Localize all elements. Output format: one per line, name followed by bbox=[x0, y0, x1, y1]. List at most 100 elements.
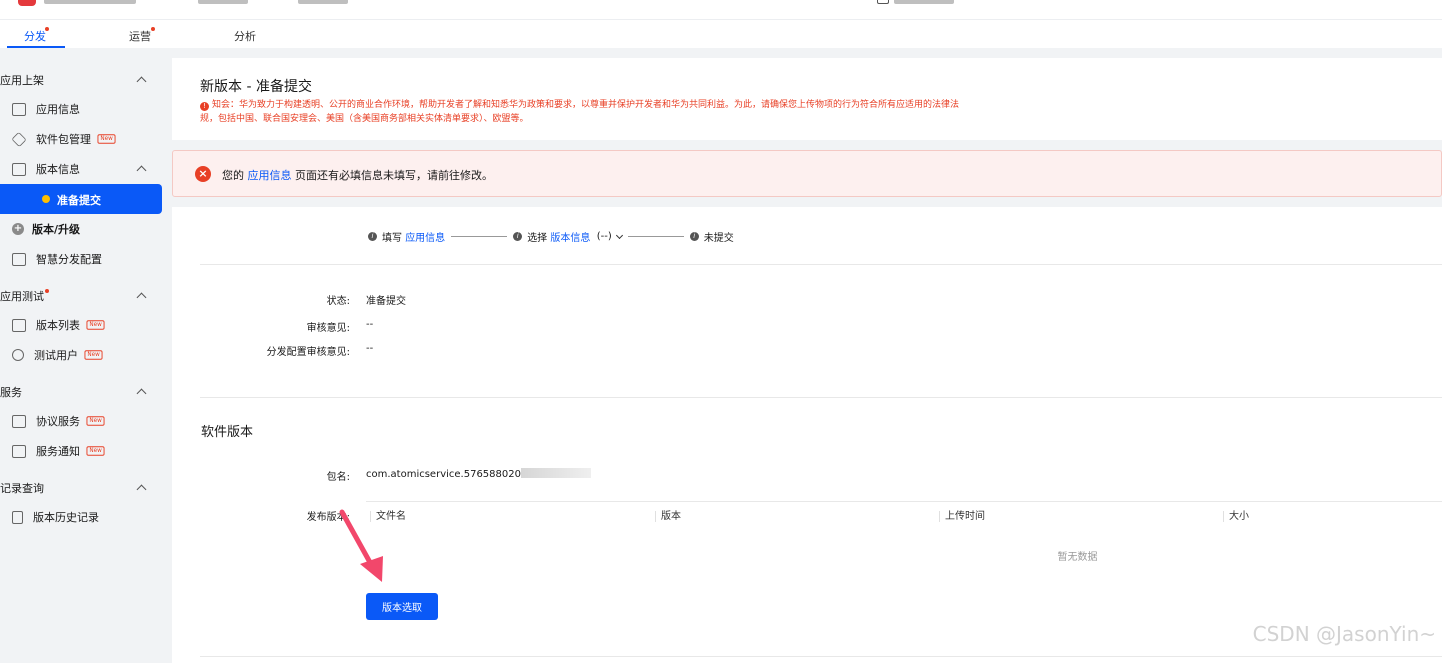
sidebar-item-app-info[interactable]: 应用信息 bbox=[12, 101, 80, 117]
chevron-up-icon[interactable] bbox=[136, 388, 147, 399]
tab-label: 分析 bbox=[234, 30, 256, 43]
col-upload-time: 上传时间 bbox=[939, 511, 985, 522]
dist-review-value: -- bbox=[366, 343, 374, 354]
sidebar-item-version-list[interactable]: 版本列表 New bbox=[12, 317, 105, 333]
sidebar-item-version-history[interactable]: 版本历史记录 bbox=[12, 509, 99, 525]
tab-distribute[interactable]: 分发 bbox=[24, 28, 46, 44]
history-doc-icon bbox=[12, 510, 23, 524]
chevron-down-icon[interactable] bbox=[615, 231, 623, 239]
sidebar-group-records[interactable]: 记录查询 bbox=[0, 480, 44, 496]
package-value: com.atomicservice.576588020 bbox=[366, 468, 591, 480]
col-version: 版本 bbox=[655, 511, 681, 522]
main-card: i 填写 应用信息 i 选择 版本信息 (--) i 未提交 状态: 准备提交 … bbox=[172, 207, 1442, 663]
version-table: 文件名 版本 上传时间 大小 bbox=[366, 501, 1442, 531]
group-label: 记录查询 bbox=[0, 482, 44, 495]
sidebar-item-label: 准备提交 bbox=[57, 194, 101, 207]
list-icon bbox=[12, 318, 26, 332]
sidebar-item-service-notice[interactable]: 服务通知 New bbox=[12, 443, 105, 459]
error-icon: × bbox=[195, 166, 211, 182]
review-value: -- bbox=[366, 319, 374, 330]
step-app-info-link[interactable]: 应用信息 bbox=[405, 229, 445, 244]
tab-label: 分发 bbox=[24, 30, 46, 43]
sidebar-group-services[interactable]: 服务 bbox=[0, 384, 22, 400]
alert-text: 您的 应用信息 页面还有必填信息未填写，请前往修改。 bbox=[222, 167, 493, 183]
sidebar-item-label: 智慧分发配置 bbox=[36, 253, 102, 266]
sidebar-item-label: 版本列表 bbox=[36, 319, 80, 332]
sidebar-item-label: 应用信息 bbox=[36, 103, 80, 116]
sidebar-item-version-info[interactable]: 版本信息 bbox=[12, 161, 80, 177]
section-title: 软件版本 bbox=[201, 425, 254, 440]
product-name-clipped bbox=[44, 0, 136, 4]
step-connector bbox=[451, 236, 508, 237]
sidebar-item-label: 版本信息 bbox=[36, 163, 80, 176]
review-label: 审核意见: bbox=[306, 323, 350, 334]
sidebar-group-app-listing[interactable]: 应用上架 bbox=[0, 72, 44, 88]
nav-item-clipped[interactable] bbox=[198, 0, 248, 4]
divider bbox=[200, 264, 1442, 265]
user-icon bbox=[12, 349, 24, 361]
select-version-button[interactable]: 版本选取 bbox=[366, 593, 438, 620]
progress-steps: i 填写 应用信息 i 选择 版本信息 (--) i 未提交 bbox=[368, 229, 734, 244]
page-header-card: 新版本 - 准备提交 ! 知会：华为致力于构建透明、公开的商业合作环境，帮助开发者… bbox=[172, 58, 1442, 140]
agreement-icon bbox=[12, 414, 26, 428]
status-dot-icon bbox=[42, 195, 50, 203]
new-badge: New bbox=[84, 350, 103, 360]
new-badge: New bbox=[86, 320, 105, 330]
notice-text: 规，包括中国、联合国安理会、美国（含美国商务部相关实体清单要求）、欧盟等。 bbox=[200, 114, 529, 124]
sidebar-item-smart-dist[interactable]: 智慧分发配置 bbox=[12, 251, 102, 267]
chevron-up-icon[interactable] bbox=[136, 76, 147, 87]
error-alert: × 您的 应用信息 页面还有必填信息未填写，请前往修改。 bbox=[172, 150, 1442, 197]
notice-icon bbox=[12, 444, 26, 458]
sidebar-item-version-upgrade[interactable]: + 版本/升级 bbox=[12, 221, 80, 237]
divider bbox=[200, 397, 1442, 398]
step-connector bbox=[627, 236, 684, 237]
group-label: 应用测试 bbox=[0, 290, 44, 303]
step-text: 填写 bbox=[382, 233, 402, 244]
sidebar: 应用上架 应用信息 软件包管理 New 版本信息 准备提交 + 版本/升级 智慧… bbox=[0, 56, 163, 663]
chevron-up-icon[interactable] bbox=[136, 165, 147, 176]
step-version-value[interactable]: (--) bbox=[597, 231, 612, 242]
top-bar bbox=[0, 0, 1442, 20]
active-tab-indicator bbox=[7, 46, 65, 48]
sidebar-item-prepare-submit[interactable]: 准备提交 bbox=[0, 184, 162, 214]
col-size: 大小 bbox=[1223, 511, 1249, 522]
tab-analyze[interactable]: 分析 bbox=[234, 28, 256, 44]
info-icon: i bbox=[689, 232, 699, 241]
notice-text: 知会：华为致力于构建透明、公开的商业合作环境，帮助开发者了解和知悉华为政策和要求… bbox=[212, 100, 960, 110]
sidebar-item-label: 软件包管理 bbox=[36, 133, 91, 146]
top-tabs: 分发 运营 分析 bbox=[0, 20, 1442, 48]
step-text: 未提交 bbox=[703, 233, 734, 244]
chevron-up-icon[interactable] bbox=[136, 292, 147, 303]
sidebar-item-package-mgmt[interactable]: 软件包管理 New bbox=[11, 131, 116, 147]
divider bbox=[200, 656, 1442, 657]
tab-operate[interactable]: 运营 bbox=[129, 28, 151, 44]
redacted-mask bbox=[520, 468, 591, 478]
huawei-logo-icon bbox=[18, 0, 36, 6]
group-label: 应用上架 bbox=[0, 74, 44, 87]
sidebar-item-test-users[interactable]: 测试用户 New bbox=[12, 347, 103, 363]
sidebar-group-app-testing[interactable]: 应用测试 bbox=[0, 288, 44, 304]
info-icon: i bbox=[513, 232, 523, 241]
document-icon bbox=[12, 102, 26, 116]
sidebar-item-label: 协议服务 bbox=[36, 415, 80, 428]
sidebar-item-agreement-service[interactable]: 协议服务 New bbox=[12, 413, 105, 429]
sidebar-item-label: 版本/升级 bbox=[32, 223, 81, 236]
package-label: 包名: bbox=[326, 472, 350, 483]
checkbox-icon[interactable] bbox=[877, 0, 889, 4]
plus-icon: + bbox=[12, 223, 24, 235]
version-icon bbox=[12, 162, 26, 176]
status-label: 状态: bbox=[326, 296, 350, 307]
package-name-text: com.atomicservice.576588020 bbox=[366, 469, 521, 480]
table-header: 文件名 版本 上传时间 大小 bbox=[366, 501, 1442, 531]
page-title: 新版本 - 准备提交 bbox=[200, 79, 312, 95]
step-version-info-link[interactable]: 版本信息 bbox=[550, 229, 590, 244]
annotation-arrow-icon bbox=[339, 509, 383, 582]
chevron-up-icon[interactable] bbox=[136, 484, 147, 495]
warning-icon: ! bbox=[200, 102, 209, 111]
nav-item-clipped[interactable] bbox=[298, 0, 348, 4]
watermark: CSDN @JasonYin~ bbox=[1252, 622, 1436, 646]
info-icon: i bbox=[368, 232, 377, 241]
app-info-link[interactable]: 应用信息 bbox=[248, 169, 292, 182]
step-text: 选择 bbox=[527, 233, 548, 244]
package-icon bbox=[11, 131, 27, 147]
